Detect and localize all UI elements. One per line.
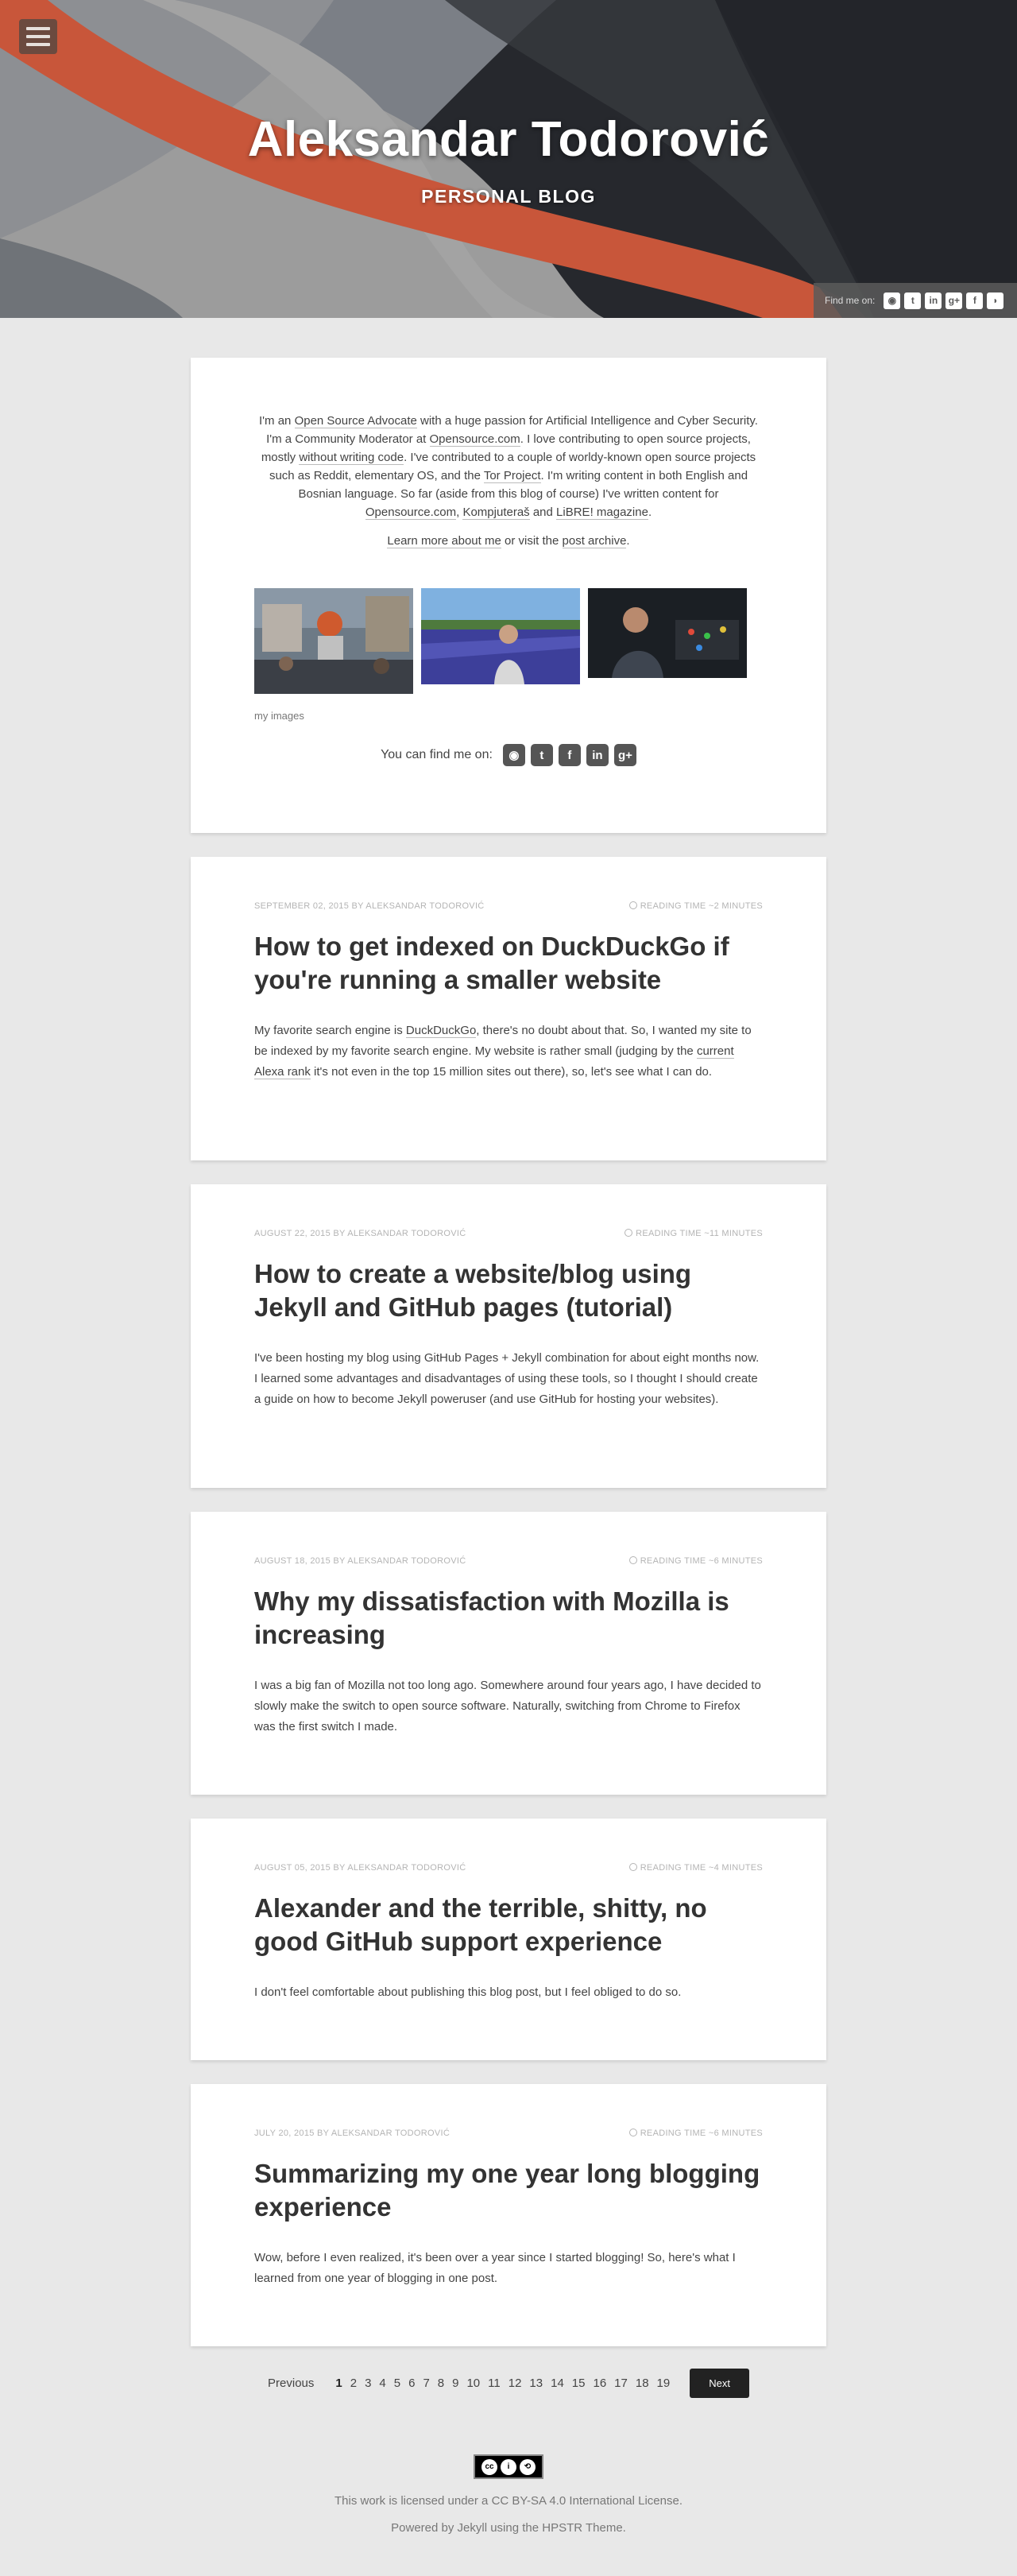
page-number-link[interactable]: 17 xyxy=(610,2377,632,2390)
post-date-author: AUGUST 18, 2015 BY ALEKSANDAR TODOROVIĆ xyxy=(254,1556,466,1566)
facebook-icon[interactable]: f xyxy=(558,744,581,766)
page-number-list: 1 2 3 4 5 6 7 8 9 10 11 12 13 14 15 16 17 18 19 xyxy=(331,2377,674,2390)
about-link[interactable]: Learn more about me xyxy=(387,534,501,548)
post-card: SEPTEMBER 02, 2015 BY ALEKSANDAR TODOROV… xyxy=(191,857,826,1160)
excerpt-link[interactable]: DuckDuckGo xyxy=(405,1024,477,1038)
post-excerpt: Wow, before I even realized, it's been o… xyxy=(254,2251,736,2285)
menu-toggle-button[interactable] xyxy=(19,19,57,54)
page-number-link[interactable]: 2 xyxy=(346,2377,361,2390)
bio-link[interactable]: Kompjuteraš xyxy=(462,506,530,520)
post-title[interactable]: How to create a website/blog using Jekyl… xyxy=(254,1257,763,1324)
clock-icon xyxy=(625,1229,633,1237)
hamburger-icon xyxy=(26,43,50,46)
site-title[interactable]: Aleksandar Todorović xyxy=(0,111,1017,168)
twitter-icon[interactable]: t xyxy=(530,744,553,766)
bio-link[interactable]: without writing code xyxy=(299,451,404,465)
clock-icon xyxy=(628,901,637,909)
post-date-author: AUGUST 22, 2015 BY ALEKSANDAR TODOROVIĆ xyxy=(254,1229,466,1238)
page-number-link[interactable]: 16 xyxy=(589,2377,610,2390)
google-plus-icon[interactable]: g+ xyxy=(613,744,636,766)
reading-time: READING TIME ~11 MINUTES xyxy=(625,1229,763,1238)
site-tagline: PERSONAL BLOG xyxy=(421,186,596,207)
post-title[interactable]: How to get indexed on DuckDuckGo if you'… xyxy=(254,930,763,997)
post-date-author: SEPTEMBER 02, 2015 BY ALEKSANDAR TODOROV… xyxy=(254,901,485,911)
post-date-author: JULY 20, 2015 BY ALEKSANDAR TODOROVIĆ xyxy=(254,2129,450,2138)
page-number-link[interactable]: 1 xyxy=(331,2377,346,2390)
post-card: AUGUST 05, 2015 BY ALEKSANDAR TODOROVIĆ … xyxy=(191,1819,826,2060)
page-number-link[interactable]: 7 xyxy=(419,2377,433,2390)
page-number-link[interactable]: 13 xyxy=(525,2377,547,2390)
page-number-link[interactable]: 6 xyxy=(404,2377,419,2390)
images-caption: my images xyxy=(254,710,304,722)
bio-link[interactable]: Opensource.com xyxy=(429,432,520,447)
page-number-link[interactable]: 19 xyxy=(653,2377,675,2390)
bio-link[interactable]: Tor Project xyxy=(483,469,541,483)
page-number-link[interactable]: 15 xyxy=(568,2377,590,2390)
post-title[interactable]: Why my dissatisfaction with Mozilla is i… xyxy=(254,1585,763,1652)
post-title[interactable]: Alexander and the terrible, shitty, no g… xyxy=(254,1892,763,1958)
post-card: JULY 20, 2015 BY ALEKSANDAR TODOROVIĆ RE… xyxy=(191,2084,826,2346)
site-header: Aleksandar Todorović PERSONAL BLOG Find … xyxy=(0,0,1017,318)
bio-paragraph: I'm an Open Source Advocate with a huge … xyxy=(259,414,758,520)
google-plus-icon[interactable]: g+ xyxy=(945,292,963,309)
reading-time: READING TIME ~4 MINUTES xyxy=(628,1863,763,1873)
find-me-label: You can find me on: xyxy=(381,748,493,761)
pagination: Previous 1 2 3 4 5 6 7 8 9 10 11 12 13 14 15 16 17 18 19 N… xyxy=(0,2369,1017,2398)
twitter-icon[interactable]: t xyxy=(904,292,922,309)
hamburger-icon xyxy=(26,27,50,30)
rss-icon[interactable]: ◗ xyxy=(987,292,1004,309)
page-number-link[interactable]: 9 xyxy=(448,2377,462,2390)
page-number-link[interactable]: 8 xyxy=(434,2377,448,2390)
post-title[interactable]: Summarizing my one year long blogging ex… xyxy=(254,2157,763,2224)
find-me-label: Find me on: xyxy=(825,295,876,306)
reading-time: READING TIME ~6 MINUTES xyxy=(628,2129,763,2138)
archive-link[interactable]: post archive xyxy=(562,534,627,548)
bio-link[interactable]: Open Source Advocate xyxy=(294,414,417,428)
page-number-link[interactable]: 4 xyxy=(375,2377,389,2390)
post-card: AUGUST 22, 2015 BY ALEKSANDAR TODOROVIĆ … xyxy=(191,1184,826,1488)
sa-icon: ⟲ xyxy=(520,2458,536,2475)
license-text: This work is licensed under a CC BY-SA 4… xyxy=(334,2494,683,2508)
gallery-image-1[interactable] xyxy=(254,588,413,694)
more-line: Learn more about me or visit the post ar… xyxy=(387,534,630,548)
previous-page-link[interactable]: Previous xyxy=(268,2377,314,2390)
linkedin-icon[interactable]: in xyxy=(586,744,609,766)
license-badge[interactable]: cc i ⟲ xyxy=(474,2454,543,2479)
github-icon[interactable]: ◉ xyxy=(884,292,901,309)
reading-time: READING TIME ~2 MINUTES xyxy=(628,901,763,911)
intro-social-row: You can find me on: ◉ t f in g+ xyxy=(191,744,826,766)
post-excerpt: I don't feel comfortable about publishin… xyxy=(254,1985,682,1999)
post-excerpt: I've been hosting my blog using GitHub P… xyxy=(254,1351,760,1406)
page-number-link[interactable]: 14 xyxy=(547,2377,568,2390)
page-number-link[interactable]: 3 xyxy=(361,2377,375,2390)
page-number-link[interactable]: 10 xyxy=(462,2377,484,2390)
post-date-author: AUGUST 05, 2015 BY ALEKSANDAR TODOROVIĆ xyxy=(254,1863,466,1873)
page-number-link[interactable]: 12 xyxy=(505,2377,526,2390)
by-icon: i xyxy=(501,2458,516,2475)
github-icon[interactable]: ◉ xyxy=(502,744,525,766)
linkedin-icon[interactable]: in xyxy=(925,292,942,309)
clock-icon xyxy=(628,1863,637,1871)
gallery-image-3[interactable] xyxy=(588,588,747,678)
facebook-icon[interactable]: f xyxy=(966,292,984,309)
bio-link[interactable]: LiBRE! magazine xyxy=(556,506,648,520)
hamburger-icon xyxy=(26,35,50,38)
header-social-bar: Find me on: ◉ t in g+ f ◗ xyxy=(814,283,1017,318)
powered-by-text: Powered by Jekyll using the HPSTR Theme. xyxy=(391,2521,626,2535)
clock-icon xyxy=(628,1556,637,1564)
post-excerpt: My favorite search engine is DuckDuckGo,… xyxy=(254,1024,752,1079)
post-card: AUGUST 18, 2015 BY ALEKSANDAR TODOROVIĆ … xyxy=(191,1512,826,1795)
gallery-image-2[interactable] xyxy=(421,588,580,684)
next-page-button[interactable]: Next xyxy=(690,2369,749,2398)
page-number-link[interactable]: 5 xyxy=(390,2377,404,2390)
cc-icon: cc xyxy=(481,2458,497,2475)
page-number-link[interactable]: 11 xyxy=(484,2377,505,2390)
clock-icon xyxy=(628,2129,637,2136)
post-excerpt: I was a big fan of Mozilla not too long … xyxy=(254,1679,761,1733)
intro-card: I'm an Open Source Advocate with a huge … xyxy=(191,358,826,833)
reading-time: READING TIME ~6 MINUTES xyxy=(628,1556,763,1566)
bio-link[interactable]: Opensource.com xyxy=(365,506,457,520)
page-number-link[interactable]: 18 xyxy=(632,2377,653,2390)
